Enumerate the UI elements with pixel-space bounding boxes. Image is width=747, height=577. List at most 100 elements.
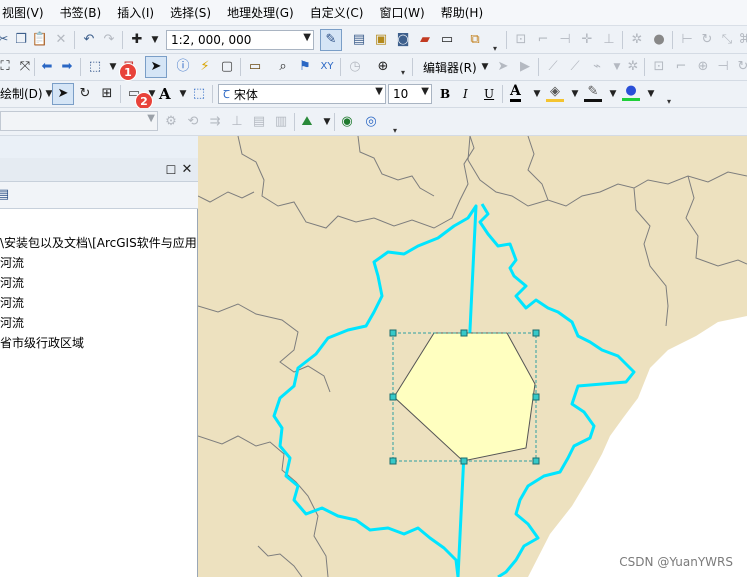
- menu-selection[interactable]: 选择(S): [162, 0, 219, 26]
- font-size-combo[interactable]: 10 ▼: [388, 84, 432, 104]
- create-viewer-icon[interactable]: ⊕: [374, 58, 392, 76]
- copy-icon[interactable]: ❐: [12, 31, 30, 49]
- menu-insert[interactable]: 插入(I): [109, 0, 162, 26]
- editor-dropdown-icon[interactable]: ▼: [476, 58, 494, 76]
- edit-vertices-icon[interactable]: ⊡: [650, 58, 668, 76]
- toc-data-source-path[interactable]: \安装包以及文档\[ArcGIS软件与应用: [0, 234, 197, 252]
- back-arrow-icon[interactable]: ⬅: [38, 58, 56, 76]
- georef-table-icon[interactable]: ▤: [250, 113, 268, 131]
- end-point-arc-icon[interactable]: ⟋: [566, 58, 584, 76]
- edit-tool-icon[interactable]: ⊡: [512, 31, 530, 49]
- edit-select-icon[interactable]: ➤: [494, 58, 512, 76]
- catalog-icon[interactable]: ▣: [372, 31, 390, 49]
- identify-icon[interactable]: ⓘ: [174, 58, 192, 76]
- cursor-arrow-icon[interactable]: ➤: [54, 85, 72, 103]
- arcglobe-icon[interactable]: ◎: [362, 113, 380, 131]
- cursor-arrow-icon[interactable]: ➤: [147, 58, 165, 76]
- delete-icon[interactable]: ✕: [52, 31, 70, 49]
- menu-view[interactable]: 视图(V): [0, 0, 52, 26]
- georef-rotate-icon[interactable]: ⟲: [184, 113, 202, 131]
- midpoint-icon[interactable]: ⊥: [600, 31, 618, 49]
- cut-polygons-icon[interactable]: ⊕: [694, 58, 712, 76]
- globe-grey-icon[interactable]: ●: [650, 31, 668, 49]
- forward-arrow-icon[interactable]: ➡: [58, 58, 76, 76]
- globe-icon[interactable]: ◉: [338, 113, 356, 131]
- menu-help[interactable]: 帮助(H): [433, 0, 491, 26]
- line-color-dropdown-icon[interactable]: ▼: [604, 85, 622, 103]
- fixed-zoom-icon[interactable]: ⤧: [16, 58, 34, 76]
- close-icon[interactable]: ✕: [178, 161, 196, 179]
- undo-icon[interactable]: ↶: [80, 31, 98, 49]
- selection-handle[interactable]: [460, 457, 468, 465]
- edit-annotation-icon[interactable]: ▶: [516, 58, 534, 76]
- toc-layer-rivers-2[interactable]: 河流: [0, 274, 24, 292]
- toc-layer-admin-regions[interactable]: 省市级行政区域: [0, 334, 84, 352]
- toolbar-options-icon[interactable]: ▾: [394, 64, 412, 82]
- measure-icon[interactable]: ▭: [246, 58, 264, 76]
- selection-handle[interactable]: [532, 329, 540, 337]
- hyperlink-icon[interactable]: ⚡: [196, 58, 214, 76]
- selection-handle[interactable]: [532, 457, 540, 465]
- selection-handle[interactable]: [389, 393, 397, 401]
- marker-color-dropdown-icon[interactable]: ▼: [642, 85, 660, 103]
- toc-layer-rivers-1[interactable]: 河流: [0, 254, 24, 272]
- chevron-down-icon[interactable]: ▼: [303, 32, 311, 43]
- map-scale-combo[interactable]: 1:2, 000, 000 ▼: [166, 30, 314, 50]
- menu-customize[interactable]: 自定义(C): [302, 0, 372, 26]
- menu-geoprocessing[interactable]: 地理处理(G): [219, 0, 302, 26]
- find-route-icon[interactable]: ⚑: [296, 58, 314, 76]
- toc-layer-rivers-4[interactable]: 河流: [0, 314, 24, 332]
- reshape-icon[interactable]: ⌐: [534, 31, 552, 49]
- georef-tool-icon[interactable]: ⚙: [162, 113, 180, 131]
- snapping-icon[interactable]: ✲: [628, 31, 646, 49]
- editor-toolbar-icon[interactable]: ✎: [322, 31, 340, 49]
- edit-vertices-draw-icon[interactable]: ⬚: [190, 85, 208, 103]
- time-slider-icon[interactable]: ◷: [346, 58, 364, 76]
- rotate-tool-icon[interactable]: ↻: [734, 58, 747, 76]
- map-canvas[interactable]: [198, 136, 747, 577]
- paste-icon[interactable]: 📋: [31, 31, 49, 49]
- split-tool-icon[interactable]: ⊣: [714, 58, 732, 76]
- chevron-down-icon[interactable]: ▼: [147, 113, 155, 124]
- toc-layer-rivers-3[interactable]: 河流: [0, 294, 24, 312]
- font-name-combo[interactable]: Ꞇ 宋体 ▼: [218, 84, 386, 104]
- marker-color-icon[interactable]: ●: [622, 83, 640, 101]
- georef-save-icon[interactable]: ▥: [272, 113, 290, 131]
- table-of-contents-icon[interactable]: ▤: [350, 31, 368, 49]
- html-popup-icon[interactable]: ▢: [218, 58, 236, 76]
- selection-handle[interactable]: [389, 457, 397, 465]
- model-builder-icon[interactable]: ⧉: [466, 31, 484, 49]
- zoom-to-selected-icon[interactable]: ⊞: [98, 85, 116, 103]
- vertex-icon[interactable]: ✛: [578, 31, 596, 49]
- python-window-icon[interactable]: ▭: [438, 31, 456, 49]
- add-data-icon[interactable]: ✚: [128, 31, 146, 49]
- georef-link-icon[interactable]: ⊥: [228, 113, 246, 131]
- point-icon[interactable]: ✲: [624, 58, 642, 76]
- fill-color-dropdown-icon[interactable]: ▼: [566, 85, 584, 103]
- go-to-xy-icon[interactable]: XY: [318, 58, 336, 76]
- search-window-icon[interactable]: ◙: [394, 31, 412, 49]
- georef-move-icon[interactable]: ⇉: [206, 113, 224, 131]
- selection-handle[interactable]: [460, 329, 468, 337]
- text-tool-icon[interactable]: A: [159, 85, 171, 103]
- list-by-source-icon[interactable]: ▤: [0, 186, 12, 204]
- font-color-button[interactable]: A: [510, 83, 521, 102]
- italic-button[interactable]: I: [463, 85, 468, 103]
- find-binoculars-icon[interactable]: ⌕: [274, 58, 292, 76]
- generalize-icon[interactable]: ⌘: [736, 31, 747, 49]
- map-view[interactable]: [198, 136, 747, 577]
- reshape-feature-icon[interactable]: ⌐: [672, 58, 690, 76]
- disabled-layer-combo[interactable]: ▼: [0, 111, 158, 131]
- editor-menu-label[interactable]: 编辑器(R): [423, 59, 477, 77]
- redo-icon[interactable]: ↷: [100, 31, 118, 49]
- histogram-icon[interactable]: ⛰: [298, 113, 316, 131]
- bold-button[interactable]: B: [440, 85, 450, 103]
- menu-bookmarks[interactable]: 书签(B): [52, 0, 110, 26]
- draw-menu-label[interactable]: 绘制(D): [0, 85, 43, 103]
- straight-segment-icon[interactable]: ⟋: [544, 58, 562, 76]
- font-color-dropdown-icon[interactable]: ▼: [528, 85, 546, 103]
- rotate-icon[interactable]: ↻: [698, 31, 716, 49]
- cut-icon[interactable]: ✂: [0, 31, 12, 49]
- arctoolbox-icon[interactable]: ▰: [416, 31, 434, 49]
- trace-icon[interactable]: ⌁: [588, 58, 606, 76]
